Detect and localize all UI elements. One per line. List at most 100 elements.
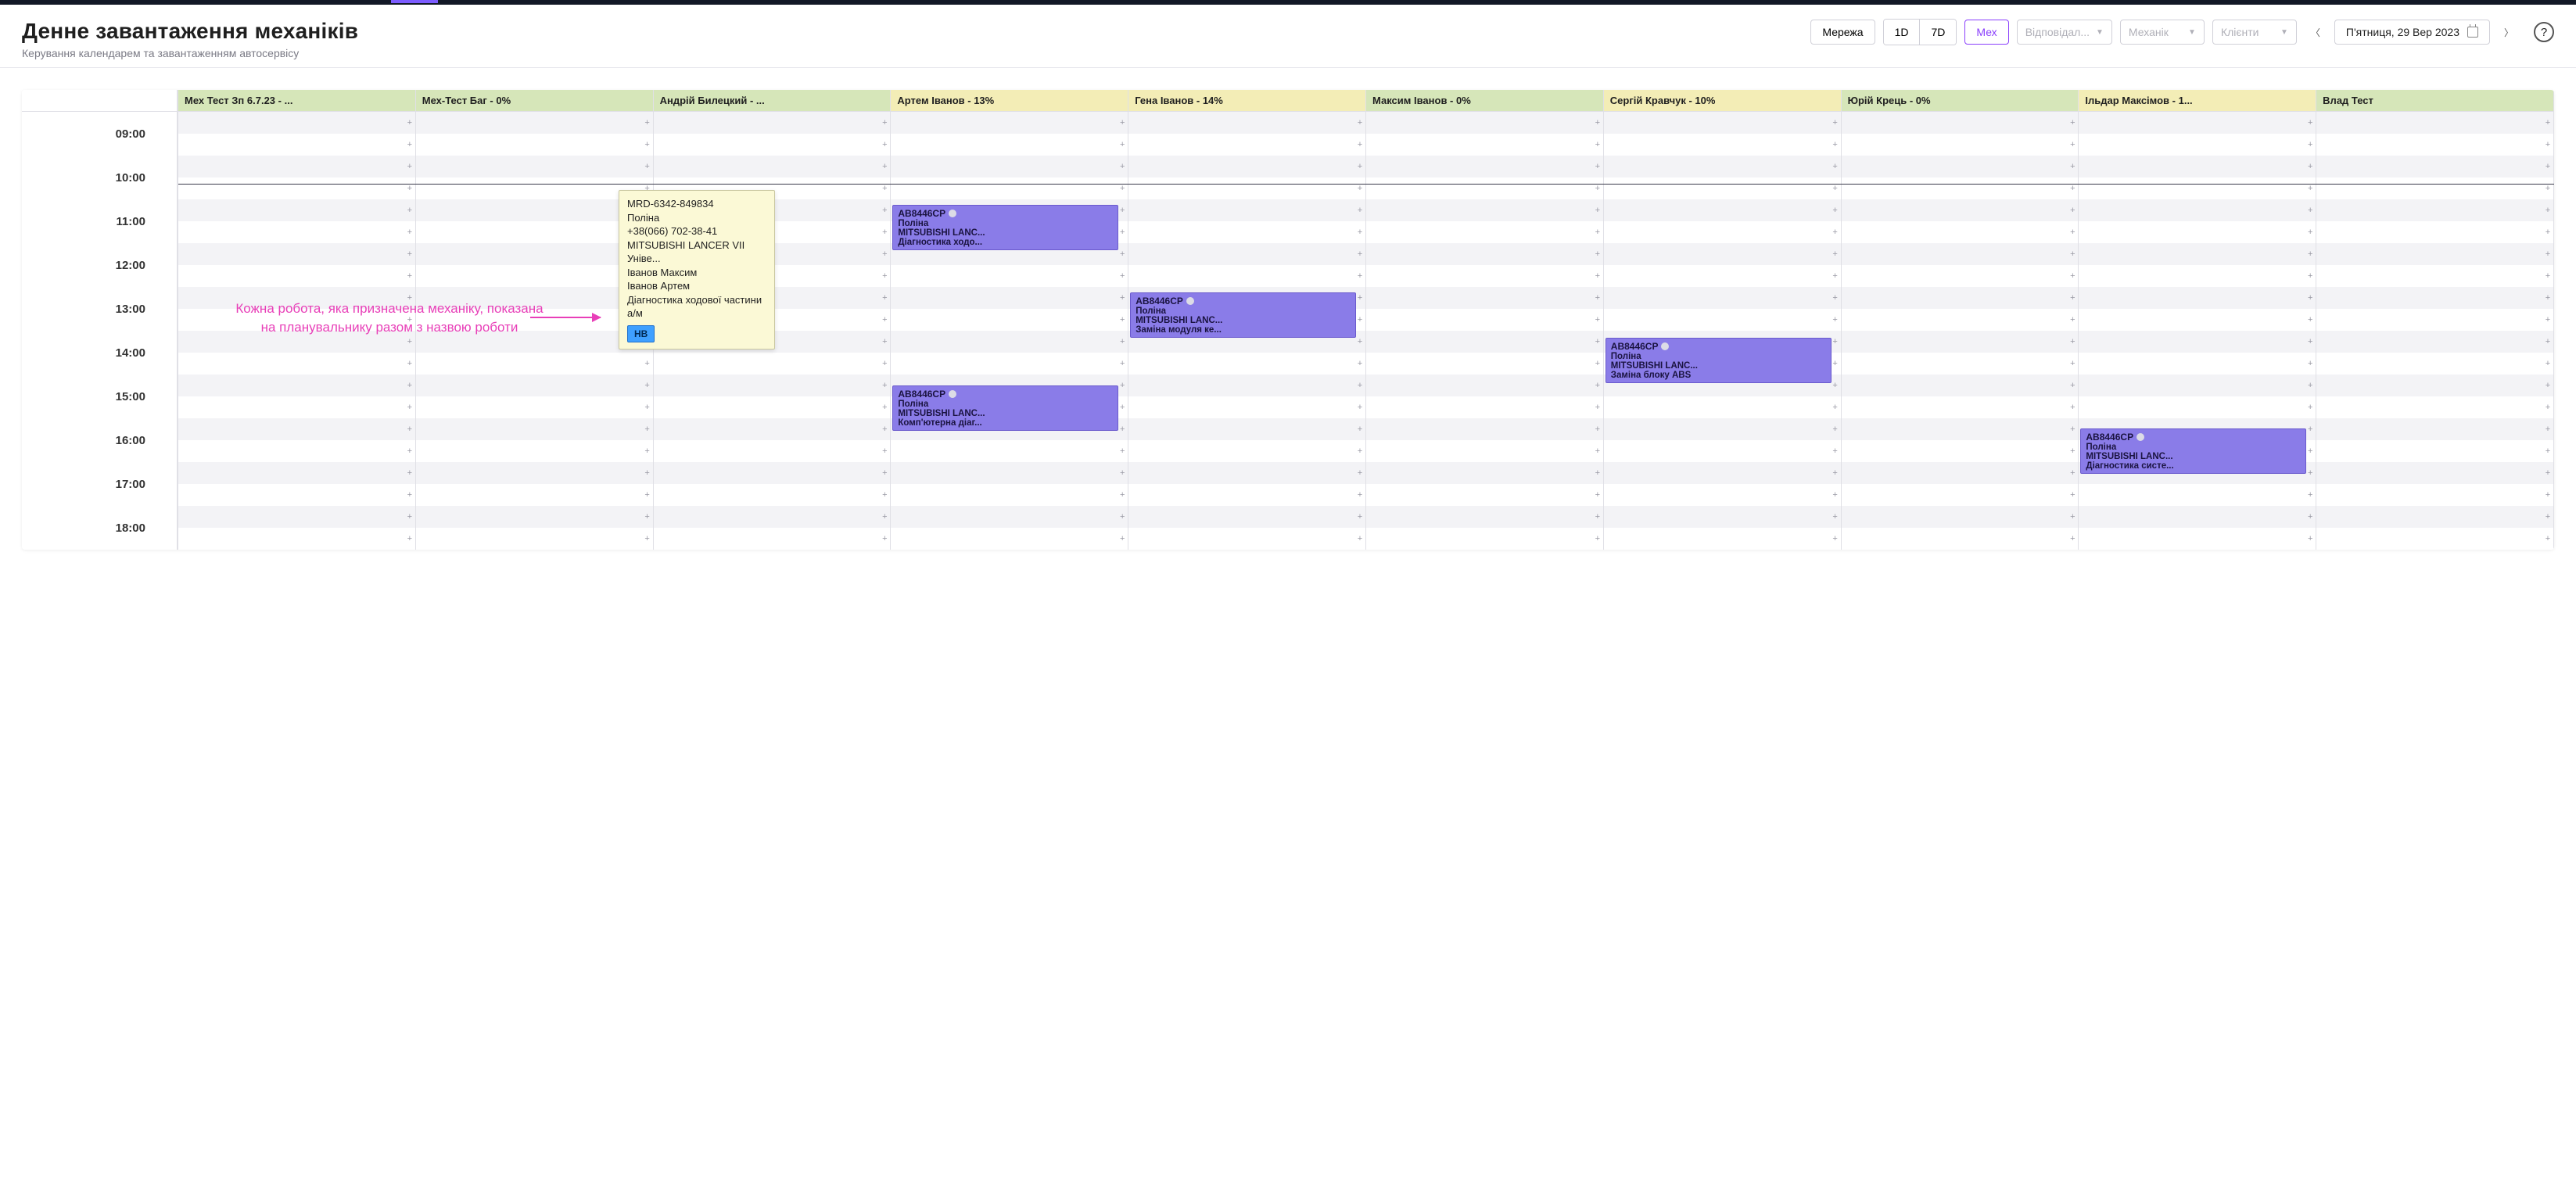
add-slot-button[interactable]: + <box>2068 112 2076 134</box>
add-slot-button[interactable]: + <box>1832 353 1839 375</box>
add-slot-button[interactable]: + <box>1356 199 1364 221</box>
add-slot-button[interactable]: + <box>1356 177 1364 199</box>
add-slot-button[interactable]: + <box>881 375 888 396</box>
add-slot-button[interactable]: + <box>2544 418 2552 440</box>
add-slot-button[interactable]: + <box>1832 156 1839 177</box>
add-slot-button[interactable]: + <box>1594 221 1602 243</box>
add-slot-button[interactable]: + <box>2068 462 2076 484</box>
add-slot-button[interactable]: + <box>2068 353 2076 375</box>
add-slot-button[interactable]: + <box>644 418 651 440</box>
add-slot-button[interactable]: + <box>2068 418 2076 440</box>
add-slot-button[interactable]: + <box>881 462 888 484</box>
mechanic-column-header[interactable]: Максим Іванов - 0% <box>1366 90 1604 111</box>
add-slot-button[interactable]: + <box>2306 309 2314 331</box>
add-slot-button[interactable]: + <box>1356 506 1364 528</box>
add-slot-button[interactable]: + <box>2544 156 2552 177</box>
add-slot-button[interactable]: + <box>1594 112 1602 134</box>
add-slot-button[interactable]: + <box>2306 375 2314 396</box>
add-slot-button[interactable]: + <box>644 440 651 462</box>
add-slot-button[interactable]: + <box>1594 440 1602 462</box>
add-slot-button[interactable]: + <box>881 528 888 550</box>
add-slot-button[interactable]: + <box>2306 440 2314 462</box>
add-slot-button[interactable]: + <box>2068 265 2076 287</box>
add-slot-button[interactable]: + <box>2068 331 2076 353</box>
add-slot-button[interactable]: + <box>2068 221 2076 243</box>
add-slot-button[interactable]: + <box>406 375 414 396</box>
add-slot-button[interactable]: + <box>881 440 888 462</box>
scheduled-event[interactable]: АВ8446СРПолінаMITSUBISHI LANC...Комп'юте… <box>892 385 1118 431</box>
add-slot-button[interactable]: + <box>406 177 414 199</box>
add-slot-button[interactable]: + <box>881 156 888 177</box>
add-slot-button[interactable]: + <box>2544 134 2552 156</box>
add-slot-button[interactable]: + <box>1832 440 1839 462</box>
add-slot-button[interactable]: + <box>1118 156 1126 177</box>
scheduled-event[interactable]: АВ8446СРПолінаMITSUBISHI LANC...Заміна б… <box>1606 338 1832 383</box>
add-slot-button[interactable]: + <box>2544 396 2552 418</box>
add-slot-button[interactable]: + <box>406 134 414 156</box>
add-slot-button[interactable]: + <box>881 134 888 156</box>
add-slot-button[interactable]: + <box>1118 418 1126 440</box>
add-slot-button[interactable]: + <box>2544 484 2552 506</box>
add-slot-button[interactable]: + <box>1118 199 1126 221</box>
add-slot-button[interactable]: + <box>1832 221 1839 243</box>
add-slot-button[interactable]: + <box>1118 221 1126 243</box>
add-slot-button[interactable]: + <box>2068 484 2076 506</box>
add-slot-button[interactable]: + <box>1356 375 1364 396</box>
add-slot-button[interactable]: + <box>1118 462 1126 484</box>
add-slot-button[interactable]: + <box>2306 462 2314 484</box>
add-slot-button[interactable]: + <box>881 287 888 309</box>
add-slot-button[interactable]: + <box>1356 243 1364 265</box>
mechanic-column-header[interactable]: Влад Тест <box>2316 90 2554 111</box>
add-slot-button[interactable]: + <box>2544 265 2552 287</box>
scheduled-event[interactable]: АВ8446СРПолінаMITSUBISHI LANC...Заміна м… <box>1130 292 1356 338</box>
add-slot-button[interactable]: + <box>644 484 651 506</box>
add-slot-button[interactable]: + <box>1594 134 1602 156</box>
add-slot-button[interactable]: + <box>2306 418 2314 440</box>
add-slot-button[interactable]: + <box>2544 353 2552 375</box>
add-slot-button[interactable]: + <box>1118 287 1126 309</box>
add-slot-button[interactable]: + <box>2068 528 2076 550</box>
add-slot-button[interactable]: + <box>1594 156 1602 177</box>
add-slot-button[interactable]: + <box>2068 287 2076 309</box>
scheduled-event[interactable]: АВ8446СРПолінаMITSUBISHI LANC...Діагност… <box>892 205 1118 250</box>
add-slot-button[interactable]: + <box>1832 112 1839 134</box>
add-slot-button[interactable]: + <box>1594 353 1602 375</box>
add-slot-button[interactable]: + <box>2068 506 2076 528</box>
add-slot-button[interactable]: + <box>2544 331 2552 353</box>
add-slot-button[interactable]: + <box>881 506 888 528</box>
add-slot-button[interactable]: + <box>1118 177 1126 199</box>
add-slot-button[interactable]: + <box>406 309 414 331</box>
add-slot-button[interactable]: + <box>2544 506 2552 528</box>
add-slot-button[interactable]: + <box>2306 221 2314 243</box>
add-slot-button[interactable]: + <box>644 353 651 375</box>
add-slot-button[interactable]: + <box>2544 528 2552 550</box>
add-slot-button[interactable]: + <box>406 440 414 462</box>
add-slot-button[interactable]: + <box>406 353 414 375</box>
add-slot-button[interactable]: + <box>1356 287 1364 309</box>
add-slot-button[interactable]: + <box>881 396 888 418</box>
add-slot-button[interactable]: + <box>1594 309 1602 331</box>
add-slot-button[interactable]: + <box>1356 265 1364 287</box>
add-slot-button[interactable]: + <box>2544 375 2552 396</box>
add-slot-button[interactable]: + <box>1594 506 1602 528</box>
add-slot-button[interactable]: + <box>2306 528 2314 550</box>
add-slot-button[interactable]: + <box>2306 134 2314 156</box>
add-slot-button[interactable]: + <box>1118 440 1126 462</box>
add-slot-button[interactable]: + <box>2544 199 2552 221</box>
add-slot-button[interactable]: + <box>2068 309 2076 331</box>
add-slot-button[interactable]: + <box>1118 112 1126 134</box>
add-slot-button[interactable]: + <box>1118 396 1126 418</box>
add-slot-button[interactable]: + <box>1594 265 1602 287</box>
add-slot-button[interactable]: + <box>406 528 414 550</box>
mechanic-column-header[interactable]: Гена Іванов - 14% <box>1128 90 1366 111</box>
add-slot-button[interactable]: + <box>1356 462 1364 484</box>
add-slot-button[interactable]: + <box>1118 265 1126 287</box>
add-slot-button[interactable]: + <box>2306 112 2314 134</box>
scheduled-event[interactable]: АВ8446СРПолінаMITSUBISHI LANC...Діагност… <box>2080 428 2306 474</box>
add-slot-button[interactable]: + <box>881 177 888 199</box>
add-slot-button[interactable]: + <box>1832 375 1839 396</box>
mechanic-column-header[interactable]: Андрій Билецкий - ... <box>654 90 892 111</box>
add-slot-button[interactable]: + <box>2306 287 2314 309</box>
add-slot-button[interactable]: + <box>1832 177 1839 199</box>
add-slot-button[interactable]: + <box>1594 287 1602 309</box>
